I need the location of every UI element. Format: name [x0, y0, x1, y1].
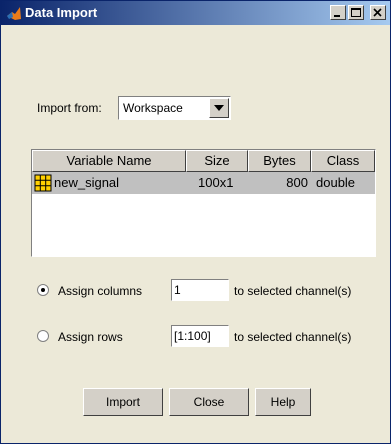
import-from-select[interactable]: Workspace — [118, 96, 231, 120]
column-header-class[interactable]: Class — [311, 150, 375, 172]
dropdown-button[interactable] — [209, 98, 229, 118]
column-header-bytes[interactable]: Bytes — [248, 150, 311, 172]
chevron-down-icon — [214, 105, 224, 111]
column-header-size[interactable]: Size — [186, 150, 248, 172]
close-icon — [373, 8, 382, 17]
radio-selected-dot — [41, 288, 45, 292]
assign-columns-label: Assign columns — [58, 284, 143, 298]
table-header: Variable Name Size Bytes Class — [32, 150, 375, 172]
assign-columns-radio[interactable] — [37, 284, 49, 296]
class-cell: double — [316, 175, 356, 190]
matrix-variable-icon — [34, 174, 52, 192]
maximize-button[interactable] — [348, 5, 364, 20]
minimize-button[interactable] — [330, 5, 346, 20]
data-import-dialog: Data Import Import from: Workspace Varia… — [0, 0, 391, 444]
variable-name-cell: new_signal — [54, 175, 120, 190]
bytes-cell: 800 — [286, 175, 308, 190]
assign-rows-suffix: to selected channel(s) — [234, 330, 352, 344]
close-window-button[interactable] — [370, 5, 386, 20]
assign-rows-label: Assign rows — [58, 330, 123, 344]
title-bar[interactable]: Data Import — [1, 1, 390, 25]
import-from-label: Import from: — [37, 101, 102, 115]
minimize-icon — [334, 15, 340, 17]
maximize-icon — [351, 8, 361, 17]
close-button[interactable]: Close — [169, 388, 249, 416]
assign-rows-radio[interactable] — [37, 330, 49, 342]
import-button[interactable]: Import — [83, 388, 163, 416]
column-header-variable-name[interactable]: Variable Name — [32, 150, 186, 172]
assign-rows-field[interactable]: [1:100] — [171, 325, 229, 347]
matlab-icon — [7, 7, 21, 20]
variable-table: Variable Name Size Bytes Class new_signa… — [31, 149, 376, 257]
help-button[interactable]: Help — [255, 388, 311, 416]
assign-columns-field[interactable]: 1 — [171, 279, 229, 301]
table-row[interactable]: new_signal 100x1 800 double — [32, 172, 375, 194]
window-title: Data Import — [25, 5, 98, 20]
size-cell: 100x1 — [198, 175, 234, 190]
assign-columns-suffix: to selected channel(s) — [234, 284, 352, 298]
import-from-value: Workspace — [123, 101, 183, 115]
